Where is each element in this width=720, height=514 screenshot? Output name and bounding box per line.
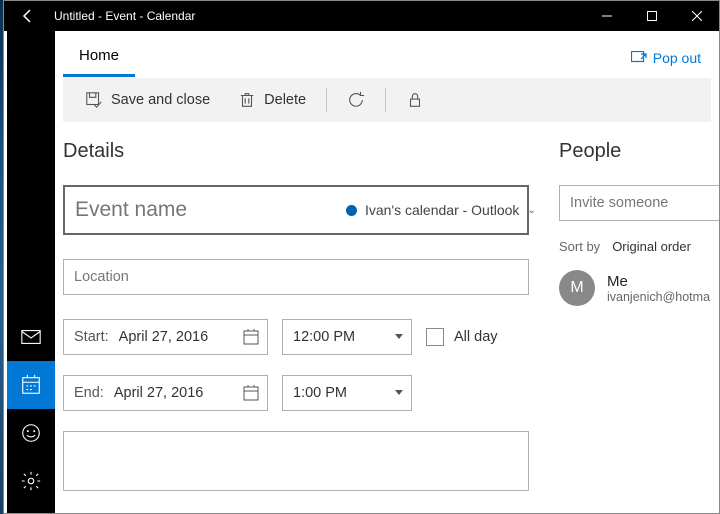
person-name: Me [607,273,710,290]
calendar-picker[interactable]: Ivan's calendar - Outlook ⌄ [346,202,536,218]
delete-label: Delete [264,92,306,108]
people-heading: People [559,140,719,163]
invite-row [559,185,719,239]
minimize-button[interactable] [584,1,629,31]
content-area: Home Pop out Save and close Delete [55,31,719,513]
start-time-select[interactable]: 12:00 PM [282,319,412,355]
toolbar-separator-2 [385,88,386,112]
chevron-down-icon: ⌄ [527,205,535,216]
calendar-icon[interactable] [243,385,259,401]
details-heading: Details [63,140,529,163]
tab-bar: Home Pop out [55,31,719,78]
sortby-row: Sort by Original order [559,239,719,254]
sidebar-feedback-icon[interactable] [7,409,55,457]
start-date-value: April 27, 2016 [119,329,233,345]
start-time-field[interactable]: 12:00 PM [282,319,412,355]
calendar-event-window: Untitled - Event - Calendar Home Pop out [3,0,720,514]
trash-icon [238,91,256,109]
popout-button[interactable]: Pop out [621,44,711,72]
popout-label: Pop out [653,50,701,66]
event-name-row: Ivan's calendar - Outlook ⌄ [63,185,529,235]
end-time-select[interactable]: 1:00 PM [282,375,412,411]
window-title: Untitled - Event - Calendar [52,9,584,23]
sidebar-mail-icon[interactable] [7,313,55,361]
toolbar: Save and close Delete [63,78,711,122]
toolbar-separator [326,88,327,112]
allday-label: All day [454,329,498,345]
person-info: Me ivanjenich@hotma [607,273,710,304]
location-input[interactable] [63,259,529,295]
save-icon [85,91,103,109]
titlebar: Untitled - Event - Calendar [4,1,719,31]
sidebar-settings-icon[interactable] [7,457,55,505]
location-row [63,259,529,295]
allday-checkbox[interactable] [426,328,444,346]
save-label: Save and close [111,92,210,108]
recurrence-button[interactable] [333,78,379,122]
calendar-icon[interactable] [243,329,259,345]
sidebar-calendar-icon[interactable] [7,361,55,409]
maximize-button[interactable] [629,1,674,31]
invite-input[interactable] [559,185,719,221]
tab-home[interactable]: Home [63,39,135,77]
calendar-picker-label: Ivan's calendar - Outlook [365,202,519,218]
person-me[interactable]: M Me ivanjenich@hotma [559,270,719,306]
end-row: End: April 27, 2016 1:00 PM [63,375,529,411]
delete-button[interactable]: Delete [224,78,320,122]
end-date-field[interactable]: End: April 27, 2016 [63,375,268,411]
sortby-value[interactable]: Original order [612,239,691,254]
main-area: Details Ivan's calendar - Outlook ⌄ Star… [55,122,719,513]
end-time-field[interactable]: 1:00 PM [282,375,412,411]
private-button[interactable] [392,78,438,122]
event-name-input[interactable] [75,198,346,222]
start-row: Start: April 27, 2016 12:00 PM All day [63,319,529,355]
allday-field[interactable]: All day [426,328,498,346]
sortby-label: Sort by [559,239,600,254]
end-label: End: [74,385,104,401]
person-email: ivanjenich@hotma [607,290,710,304]
people-pane: People Sort by Original order M Me ivanj… [559,140,719,513]
save-and-close-button[interactable]: Save and close [71,78,224,122]
avatar: M [559,270,595,306]
start-date-field[interactable]: Start: April 27, 2016 [63,319,268,355]
back-button[interactable] [4,1,52,31]
end-date-value: April 27, 2016 [114,385,233,401]
start-label: Start: [74,329,109,345]
calendar-color-dot [346,205,357,216]
event-body-editor[interactable] [63,431,529,491]
close-button[interactable] [674,1,719,31]
recurrence-icon [347,91,365,109]
details-pane: Details Ivan's calendar - Outlook ⌄ Star… [63,140,559,513]
lock-icon [406,91,424,109]
app-sidebar [7,31,55,513]
popout-icon [631,51,647,65]
